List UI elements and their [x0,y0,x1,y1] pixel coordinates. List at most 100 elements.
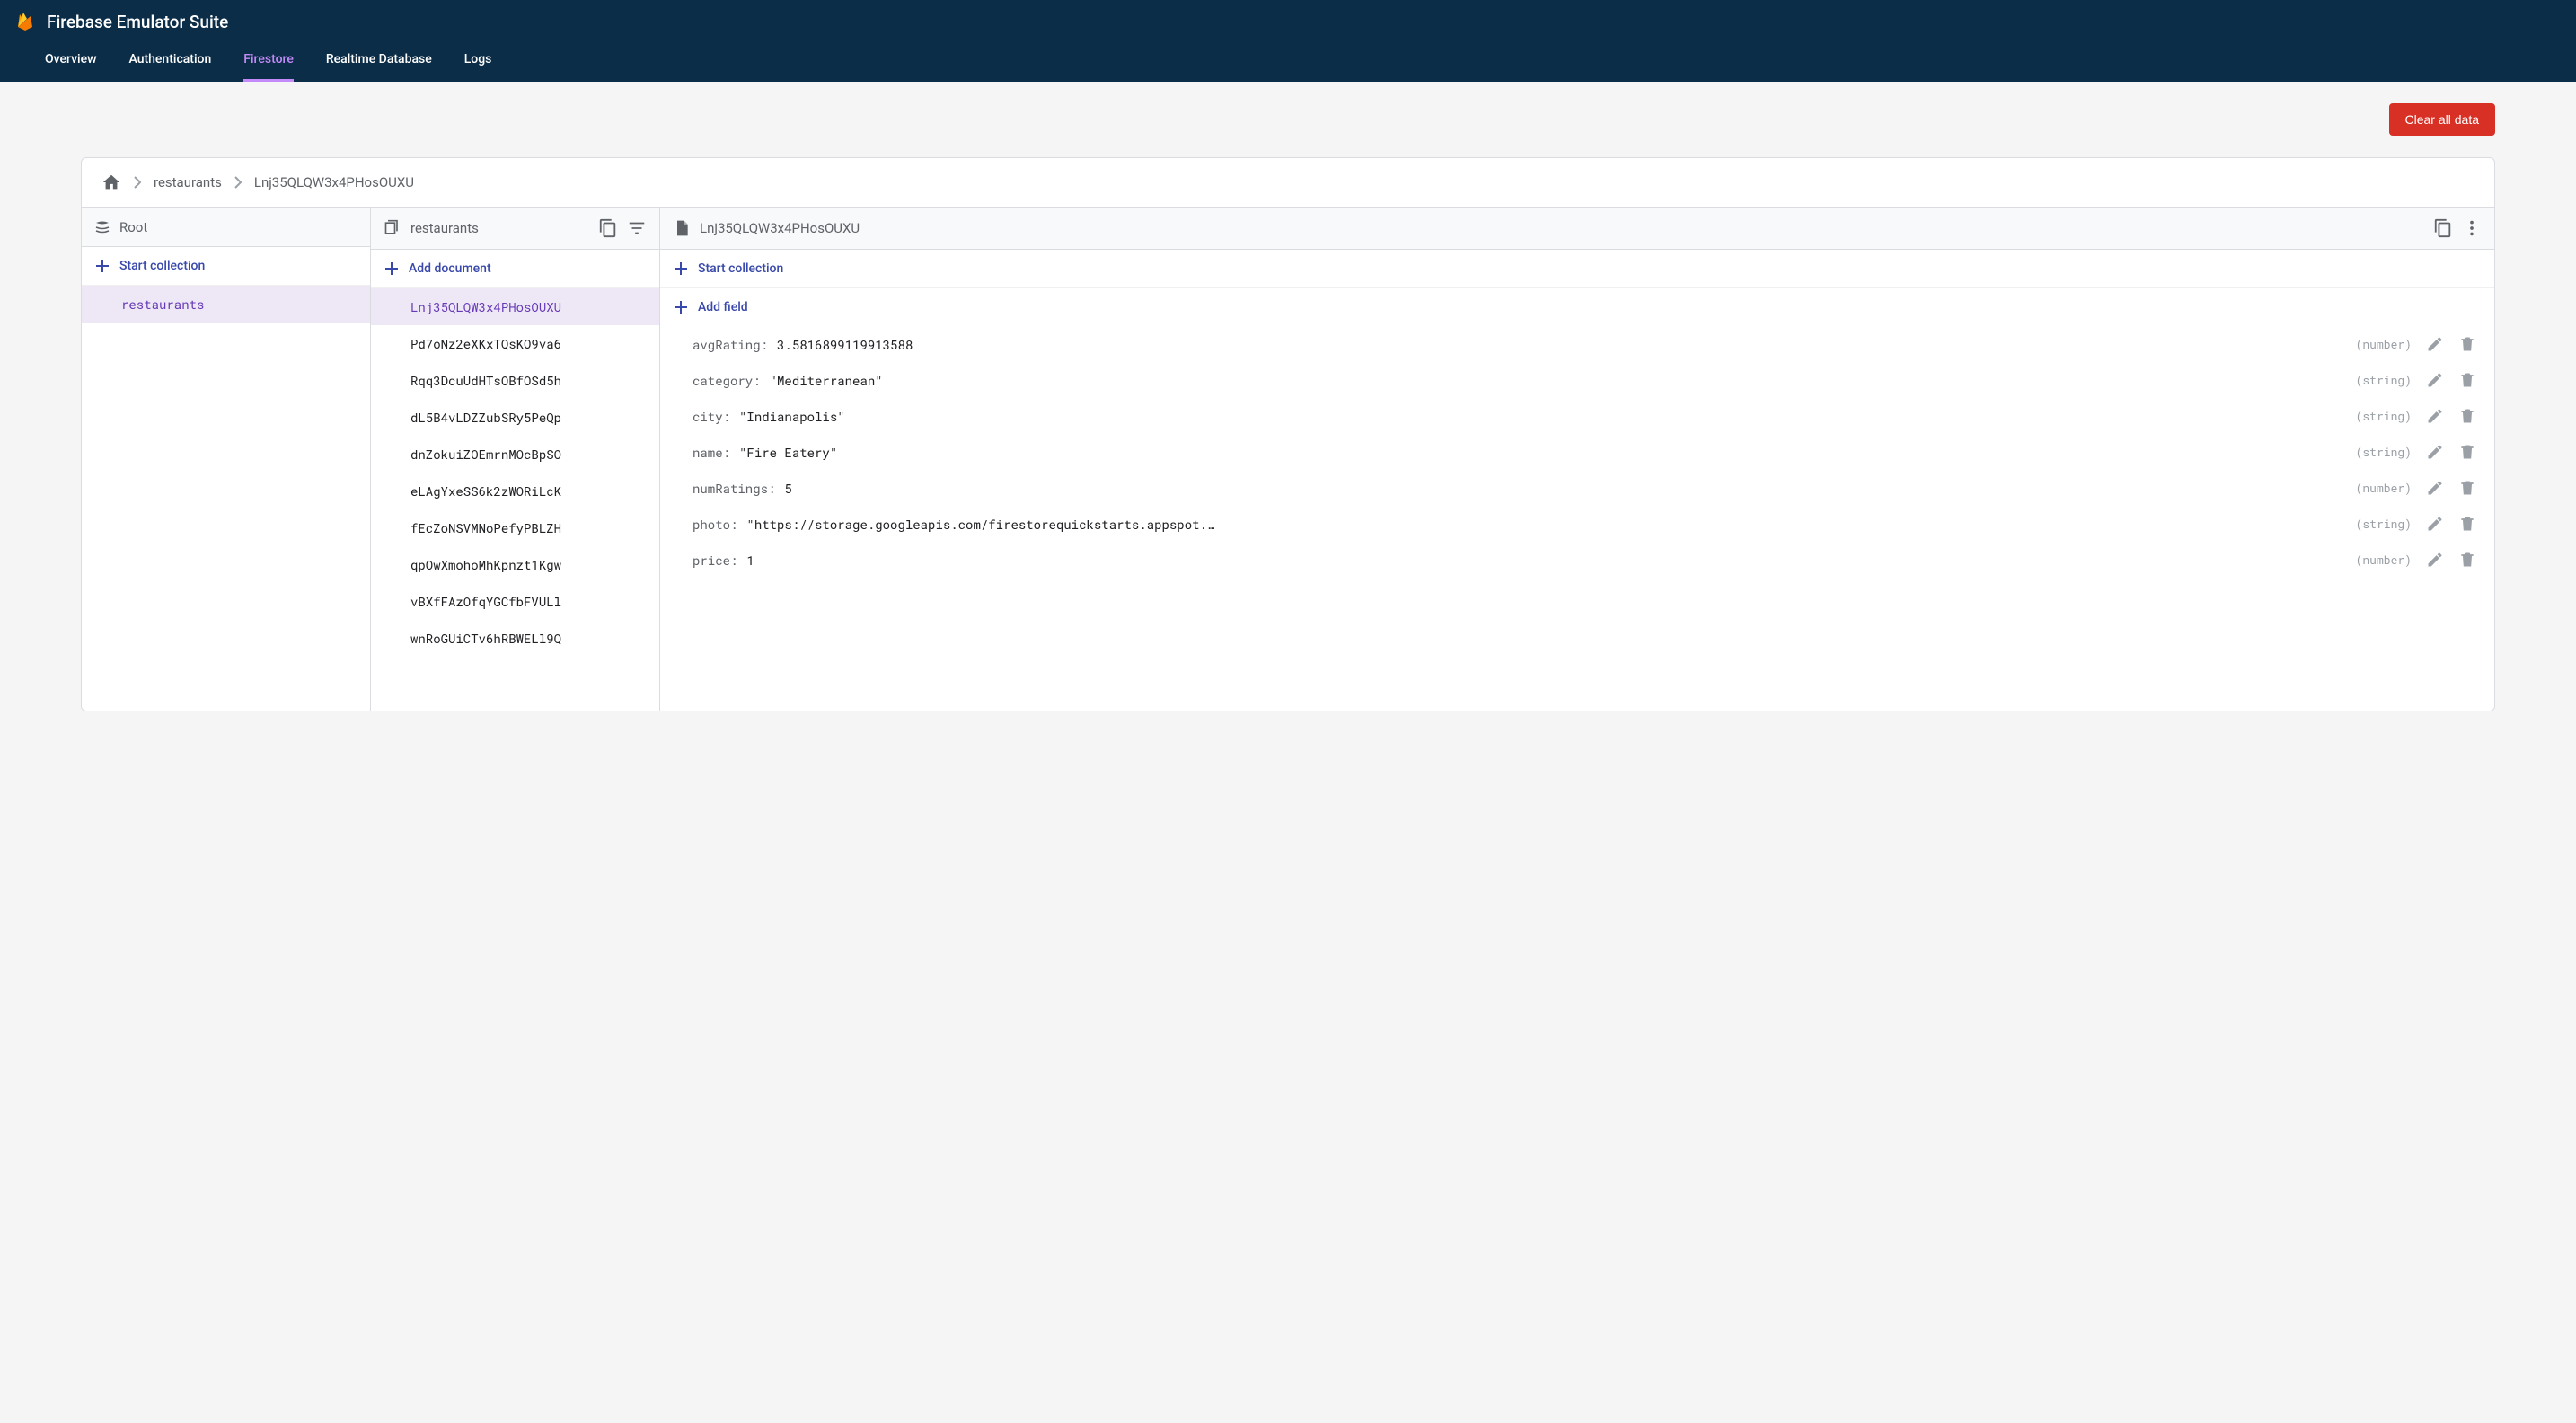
field-key: category: [693,372,761,389]
document-item[interactable]: eLAgYxeSS6k2zWORiLcK [371,473,659,509]
edit-icon[interactable] [2426,371,2444,389]
field-value: "Mediterranean" [770,372,883,389]
field-row[interactable]: numRatings: 5 (number) [660,470,2494,506]
database-root-icon [94,219,110,235]
clear-all-data-button[interactable]: Clear all data [2389,103,2496,136]
more-menu-icon[interactable] [2462,218,2482,238]
field-key: city: [693,408,730,425]
edit-icon[interactable] [2426,551,2444,569]
edit-icon[interactable] [2426,515,2444,533]
field-row[interactable]: price: 1 (number) [660,542,2494,578]
nav-tab-firestore[interactable]: Firestore [243,40,294,82]
collections-list: restaurants [82,286,370,323]
field-value: "Fire Eatery" [739,444,837,461]
document-item[interactable]: vBXfFAzOfqYGCfbFVULl [371,583,659,620]
document-item[interactable]: Pd7oNz2eXKxTQsKO9va6 [371,325,659,362]
chevron-right-icon [134,176,141,189]
firestore-panel: restaurants Lnj35QLQW3x4PHosOUXU Root St… [81,157,2495,712]
collection-icon [384,219,401,237]
document-item[interactable]: dL5B4vLDZZubSRy5PeQp [371,399,659,436]
add-field-button[interactable]: Add field [660,288,2494,326]
field-type: (string) [2356,408,2412,424]
chevron-right-icon [234,176,242,189]
edit-icon[interactable] [2426,443,2444,461]
add-field-label: Add field [698,300,748,314]
field-key: photo: [693,516,737,533]
document-item[interactable]: wnRoGUiCTv6hRBWELl9Q [371,620,659,657]
nav-tab-logs[interactable]: Logs [464,40,492,82]
field-row[interactable]: name: "Fire Eatery" (string) [660,434,2494,470]
field-row[interactable]: city: "Indianapolis" (string) [660,398,2494,434]
documents-list: Lnj35QLQW3x4PHosOUXUPd7oNz2eXKxTQsKO9va6… [371,288,659,657]
delete-icon[interactable] [2458,443,2476,461]
plus-icon [384,261,400,277]
field-type: (number) [2356,336,2412,352]
field-type: (number) [2356,552,2412,568]
column-document-title: Lnj35QLQW3x4PHosOUXU [700,220,860,236]
field-row[interactable]: avgRating: 3.5816899119913588 (number) [660,326,2494,362]
nav-tab-overview[interactable]: Overview [45,40,96,82]
collection-item[interactable]: restaurants [82,286,370,323]
add-document-button[interactable]: Add document [371,250,659,288]
start-subcollection-button[interactable]: Start collection [660,250,2494,288]
column-document: Lnj35QLQW3x4PHosOUXU Start collection Ad… [660,208,2494,711]
nav-tab-realtime-database[interactable]: Realtime Database [326,40,432,82]
nav-tab-authentication[interactable]: Authentication [128,40,211,82]
breadcrumb-item-document[interactable]: Lnj35QLQW3x4PHosOUXU [254,174,414,190]
document-item[interactable]: qpOwXmohoMhKpnzt1Kgw [371,546,659,583]
delete-icon[interactable] [2458,407,2476,425]
copy-path-icon[interactable] [598,218,618,238]
start-subcollection-label: Start collection [698,261,783,276]
fields-list: avgRating: 3.5816899119913588 (number) cate… [660,326,2494,578]
app-title: Firebase Emulator Suite [47,12,228,32]
start-collection-button[interactable]: Start collection [82,247,370,286]
document-item[interactable]: Lnj35QLQW3x4PHosOUXU [371,288,659,325]
field-type: (number) [2356,480,2412,496]
field-value: "Indianapolis" [739,408,845,425]
delete-icon[interactable] [2458,515,2476,533]
add-document-label: Add document [409,261,491,276]
delete-icon[interactable] [2458,335,2476,353]
delete-icon[interactable] [2458,479,2476,497]
plus-icon [673,261,689,277]
document-item[interactable]: fEcZoNSVMNoPefyPBLZH [371,509,659,546]
columns: Root Start collection restaurants restau… [82,208,2494,711]
breadcrumb: restaurants Lnj35QLQW3x4PHosOUXU [82,158,2494,208]
filter-icon[interactable] [627,218,647,238]
column-root: Root Start collection restaurants [82,208,371,711]
edit-icon[interactable] [2426,335,2444,353]
column-collection-title: restaurants [410,220,479,236]
delete-icon[interactable] [2458,551,2476,569]
field-key: name: [693,444,730,461]
field-key: avgRating: [693,336,768,353]
toolbar: Clear all data [0,82,2576,136]
field-value: 5 [784,480,791,497]
field-row[interactable]: photo: "https://storage.googleapis.com/fi… [660,506,2494,542]
document-icon [673,219,691,237]
column-collection: restaurants Add document Lnj35QLQW3x4PHo… [371,208,660,711]
copy-path-icon[interactable] [2433,218,2453,238]
field-type: (string) [2356,444,2412,460]
plus-icon [673,299,689,315]
column-root-title: Root [119,219,147,235]
field-type: (string) [2356,516,2412,532]
app-header: Firebase Emulator Suite Overview Authenti… [0,0,2576,82]
document-item[interactable]: Rqq3DcuUdHTsOBfOSd5h [371,362,659,399]
breadcrumb-item-collection[interactable]: restaurants [154,174,222,190]
field-key: price: [693,552,737,569]
plus-icon [94,258,110,274]
field-value: 1 [746,552,754,569]
delete-icon[interactable] [2458,371,2476,389]
field-row[interactable]: category: "Mediterranean" (string) [660,362,2494,398]
home-icon[interactable] [101,172,121,192]
nav-tabs: Overview Authentication Firestore Realtime … [0,40,2576,82]
firebase-logo-icon [14,11,36,32]
field-key: numRatings: [693,480,775,497]
edit-icon[interactable] [2426,479,2444,497]
edit-icon[interactable] [2426,407,2444,425]
field-value: 3.5816899119913588 [777,336,913,353]
field-value: "https://storage.googleapis.com/firestor… [746,516,1214,533]
field-type: (string) [2356,372,2412,388]
start-collection-label: Start collection [119,259,205,273]
document-item[interactable]: dnZokuiZOEmrnMOcBpSO [371,436,659,473]
